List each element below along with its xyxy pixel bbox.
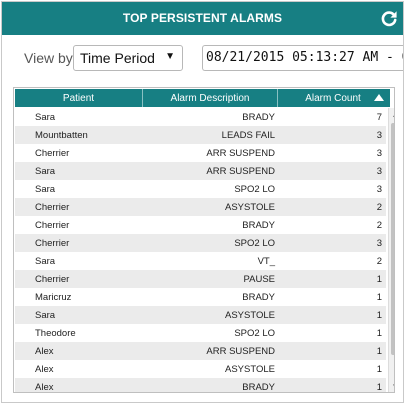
patient-cell: Maricruz <box>35 292 72 303</box>
alarm-count-cell: 3 <box>376 238 382 249</box>
patient-cell: Alex <box>35 382 54 393</box>
alarm-description-cell: SPO2 LO <box>234 328 275 339</box>
alarm-count-cell: 3 <box>376 130 382 141</box>
filter-controls: View by Time Period ▼ 08/21/2015 05:13:2… <box>2 35 403 85</box>
table-header: Patient Alarm Description Alarm Count <box>15 89 390 107</box>
refresh-icon[interactable] <box>379 9 399 29</box>
table-row[interactable]: Alex ARR SUSPEND 1 <box>15 342 386 360</box>
patient-cell: Theodore <box>35 328 76 339</box>
alarm-description-cell: BRADY <box>242 292 275 303</box>
alarm-count-cell: 1 <box>376 292 382 303</box>
patient-cell: Sara <box>35 310 56 321</box>
alarm-description-cell: ARR SUSPEND <box>206 346 275 357</box>
table-row[interactable]: Sara BRADY 7 <box>15 108 386 126</box>
table-row[interactable]: Cherrier BRADY 2 <box>15 216 386 234</box>
table-row[interactable]: Sara VT_ 2 <box>15 252 386 270</box>
scrollbar-thumb[interactable] <box>391 123 394 355</box>
alarm-count-cell: 1 <box>376 328 382 339</box>
table-row[interactable]: Alex BRADY 1 <box>15 378 386 393</box>
table-scrollbar[interactable]: ▲ ▼ <box>388 108 394 392</box>
alarm-count-cell: 1 <box>376 382 382 393</box>
patient-cell: Alex <box>35 346 54 357</box>
alarm-description-cell: SPO2 LO <box>234 184 275 195</box>
alarm-description-cell: ASYSTOLE <box>225 310 275 321</box>
widget-titlebar: TOP PERSISTENT ALARMS <box>2 2 403 35</box>
table-row[interactable]: Cherrier PAUSE 1 <box>15 270 386 288</box>
date-range-input[interactable]: 08/21/2015 05:13:27 AM - 08 <box>202 45 403 71</box>
patient-cell: Sara <box>35 184 56 195</box>
table-row[interactable]: Sara SPO2 LO 3 <box>15 180 386 198</box>
alarm-count-cell: 2 <box>376 220 382 231</box>
patient-cell: Mountbatten <box>35 130 88 141</box>
table-row[interactable]: Maricruz BRADY 1 <box>15 288 386 306</box>
alarm-description-cell: ASYSTOLE <box>225 202 275 213</box>
alarm-count-cell: 3 <box>376 148 382 159</box>
column-header-alarm-description[interactable]: Alarm Description <box>143 89 278 107</box>
sort-ascending-icon <box>374 94 384 101</box>
table-body: Sara BRADY 7 Mountbatten LEADS FAIL 3 Cherrier… <box>15 108 386 393</box>
table-row[interactable]: Cherrier ASYSTOLE 2 <box>15 198 386 216</box>
alarm-count-cell: 3 <box>376 184 382 195</box>
scroll-down-arrow-icon[interactable]: ▼ <box>389 379 394 392</box>
patient-cell: Cherrier <box>35 238 70 249</box>
alarm-description-cell: BRADY <box>242 382 275 393</box>
alarm-count-cell: 3 <box>376 166 382 177</box>
alarm-description-cell: SPO2 LO <box>234 238 275 249</box>
patient-cell: Cherrier <box>35 148 70 159</box>
alarm-count-cell: 1 <box>376 310 382 321</box>
top-persistent-alarms-widget: TOP PERSISTENT ALARMS View by Time Perio… <box>1 1 404 403</box>
patient-cell: Sara <box>35 256 56 267</box>
alarm-count-cell: 1 <box>376 274 382 285</box>
table-row[interactable]: Sara ASYSTOLE 1 <box>15 306 386 324</box>
patient-cell: Sara <box>35 166 56 177</box>
alarm-count-cell: 1 <box>376 346 382 357</box>
view-by-select[interactable]: Time Period ▼ <box>73 45 183 71</box>
table-row[interactable]: Alex ASYSTOLE 1 <box>15 360 386 378</box>
alarm-description-cell: ASYSTOLE <box>225 364 275 375</box>
alarm-description-cell: PAUSE <box>243 274 275 285</box>
alarm-count-cell: 2 <box>376 202 382 213</box>
alarm-count-cell: 7 <box>376 112 382 123</box>
alarm-description-cell: ARR SUSPEND <box>206 148 275 159</box>
patient-cell: Alex <box>35 364 54 375</box>
alarm-description-cell: BRADY <box>242 112 275 123</box>
column-header-patient[interactable]: Patient <box>15 89 143 107</box>
alarm-description-cell: BRADY <box>242 220 275 231</box>
patient-cell: Cherrier <box>35 202 70 213</box>
patient-cell: Cherrier <box>35 274 70 285</box>
column-header-alarm-count[interactable]: Alarm Count <box>278 89 388 107</box>
view-by-selected-value: Time Period <box>80 50 155 66</box>
alarms-table: Patient Alarm Description Alarm Count Sa… <box>13 87 395 393</box>
table-row[interactable]: Cherrier SPO2 LO 3 <box>15 234 386 252</box>
widget-title: TOP PERSISTENT ALARMS <box>122 11 283 25</box>
table-row[interactable]: Theodore SPO2 LO 1 <box>15 324 386 342</box>
alarm-count-cell: 2 <box>376 256 382 267</box>
table-row[interactable]: Sara ARR SUSPEND 3 <box>15 162 386 180</box>
alarm-count-cell: 1 <box>376 364 382 375</box>
alarm-description-cell: VT_ <box>257 256 275 267</box>
scroll-up-arrow-icon[interactable]: ▲ <box>389 108 394 122</box>
dropdown-caret-icon: ▼ <box>165 51 175 62</box>
alarm-description-cell: ARR SUSPEND <box>206 166 275 177</box>
view-by-label: View by <box>24 50 73 66</box>
patient-cell: Cherrier <box>35 220 70 231</box>
patient-cell: Sara <box>35 112 56 123</box>
table-row[interactable]: Mountbatten LEADS FAIL 3 <box>15 126 386 144</box>
table-row[interactable]: Cherrier ARR SUSPEND 3 <box>15 144 386 162</box>
alarm-description-cell: LEADS FAIL <box>221 130 275 141</box>
